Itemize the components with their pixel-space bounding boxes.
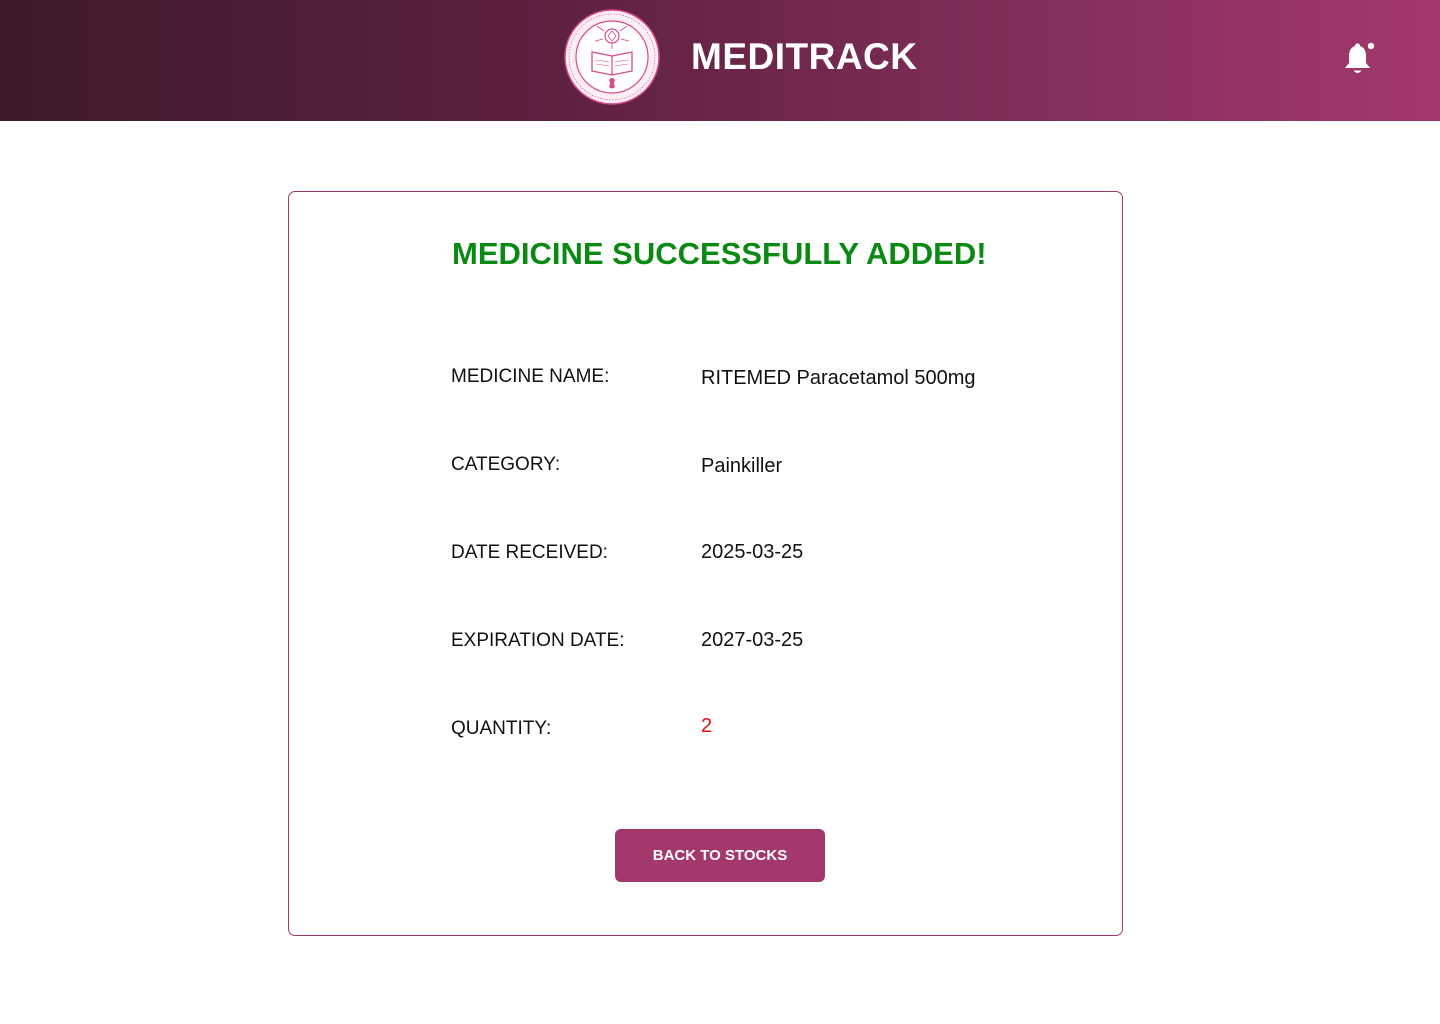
brand: MEDITRACK [564, 9, 917, 105]
top-header: MEDITRACK [0, 0, 1440, 121]
category-value: Painkiller [701, 455, 783, 477]
category-label: CATEGORY: [451, 454, 561, 475]
expiration-date-value: 2027-03-25 [701, 629, 804, 651]
expiration-date-label: EXPIRATION DATE: [451, 630, 625, 651]
app-title: MEDITRACK [691, 36, 918, 77]
medicine-name-label: MEDICINE NAME: [451, 366, 610, 387]
university-seal-logo [564, 9, 660, 105]
date-received-value: 2025-03-25 [701, 541, 804, 563]
success-title: MEDICINE SUCCESSFULLY ADDED! [452, 236, 987, 271]
quantity-value: 2 [701, 715, 713, 737]
notification-bell-icon[interactable] [1338, 40, 1378, 80]
quantity-label: QUANTITY: [451, 718, 552, 739]
medicine-name-value: RITEMED Paracetamol 500mg [701, 367, 976, 389]
confirmation-card: MEDICINE SUCCESSFULLY ADDED! MEDICINE NA… [288, 191, 1123, 936]
back-to-stocks-button[interactable]: BACK TO STOCKS [615, 829, 825, 882]
date-received-label: DATE RECEIVED: [451, 542, 608, 563]
